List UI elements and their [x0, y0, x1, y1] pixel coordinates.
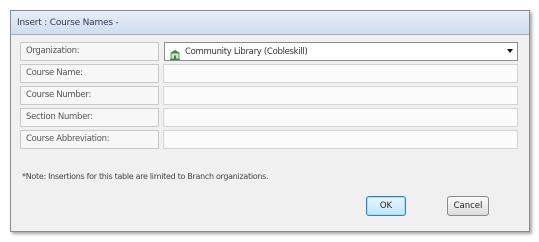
course-abbreviation-field[interactable]: [163, 130, 518, 149]
organization-select[interactable]: Community Library (Cobleskill): [164, 42, 518, 61]
organization-label: Organization:: [20, 42, 159, 61]
course-number-field[interactable]: [163, 86, 518, 105]
chevron-down-icon[interactable]: [507, 49, 513, 53]
insertion-note: *Note: Insertions for this table are lim…: [22, 172, 269, 181]
dialog-titlebar: Insert : Course Names -: [11, 11, 529, 35]
course-abbreviation-label: Course Abbreviation:: [20, 130, 159, 149]
building-icon: [169, 46, 181, 60]
course-name-label: Course Name:: [20, 64, 159, 83]
organization-row: Organization: Community Library (Coblesk…: [20, 42, 518, 61]
cancel-button[interactable]: Cancel: [447, 196, 489, 216]
section-number-field[interactable]: [163, 108, 518, 127]
section-number-row: Section Number:: [20, 108, 518, 127]
course-name-field[interactable]: [163, 64, 518, 83]
course-name-row: Course Name:: [20, 64, 518, 83]
section-number-label: Section Number:: [20, 108, 159, 127]
course-number-row: Course Number:: [20, 86, 518, 105]
ok-button[interactable]: OK: [366, 196, 406, 216]
dialog-title: Insert : Course Names -: [17, 17, 119, 28]
course-number-label: Course Number:: [20, 86, 159, 105]
course-abbreviation-row: Course Abbreviation:: [20, 130, 518, 149]
course-form: Organization: Community Library (Coblesk…: [20, 42, 518, 152]
organization-selected-value: Community Library (Cobleskill): [185, 46, 308, 57]
